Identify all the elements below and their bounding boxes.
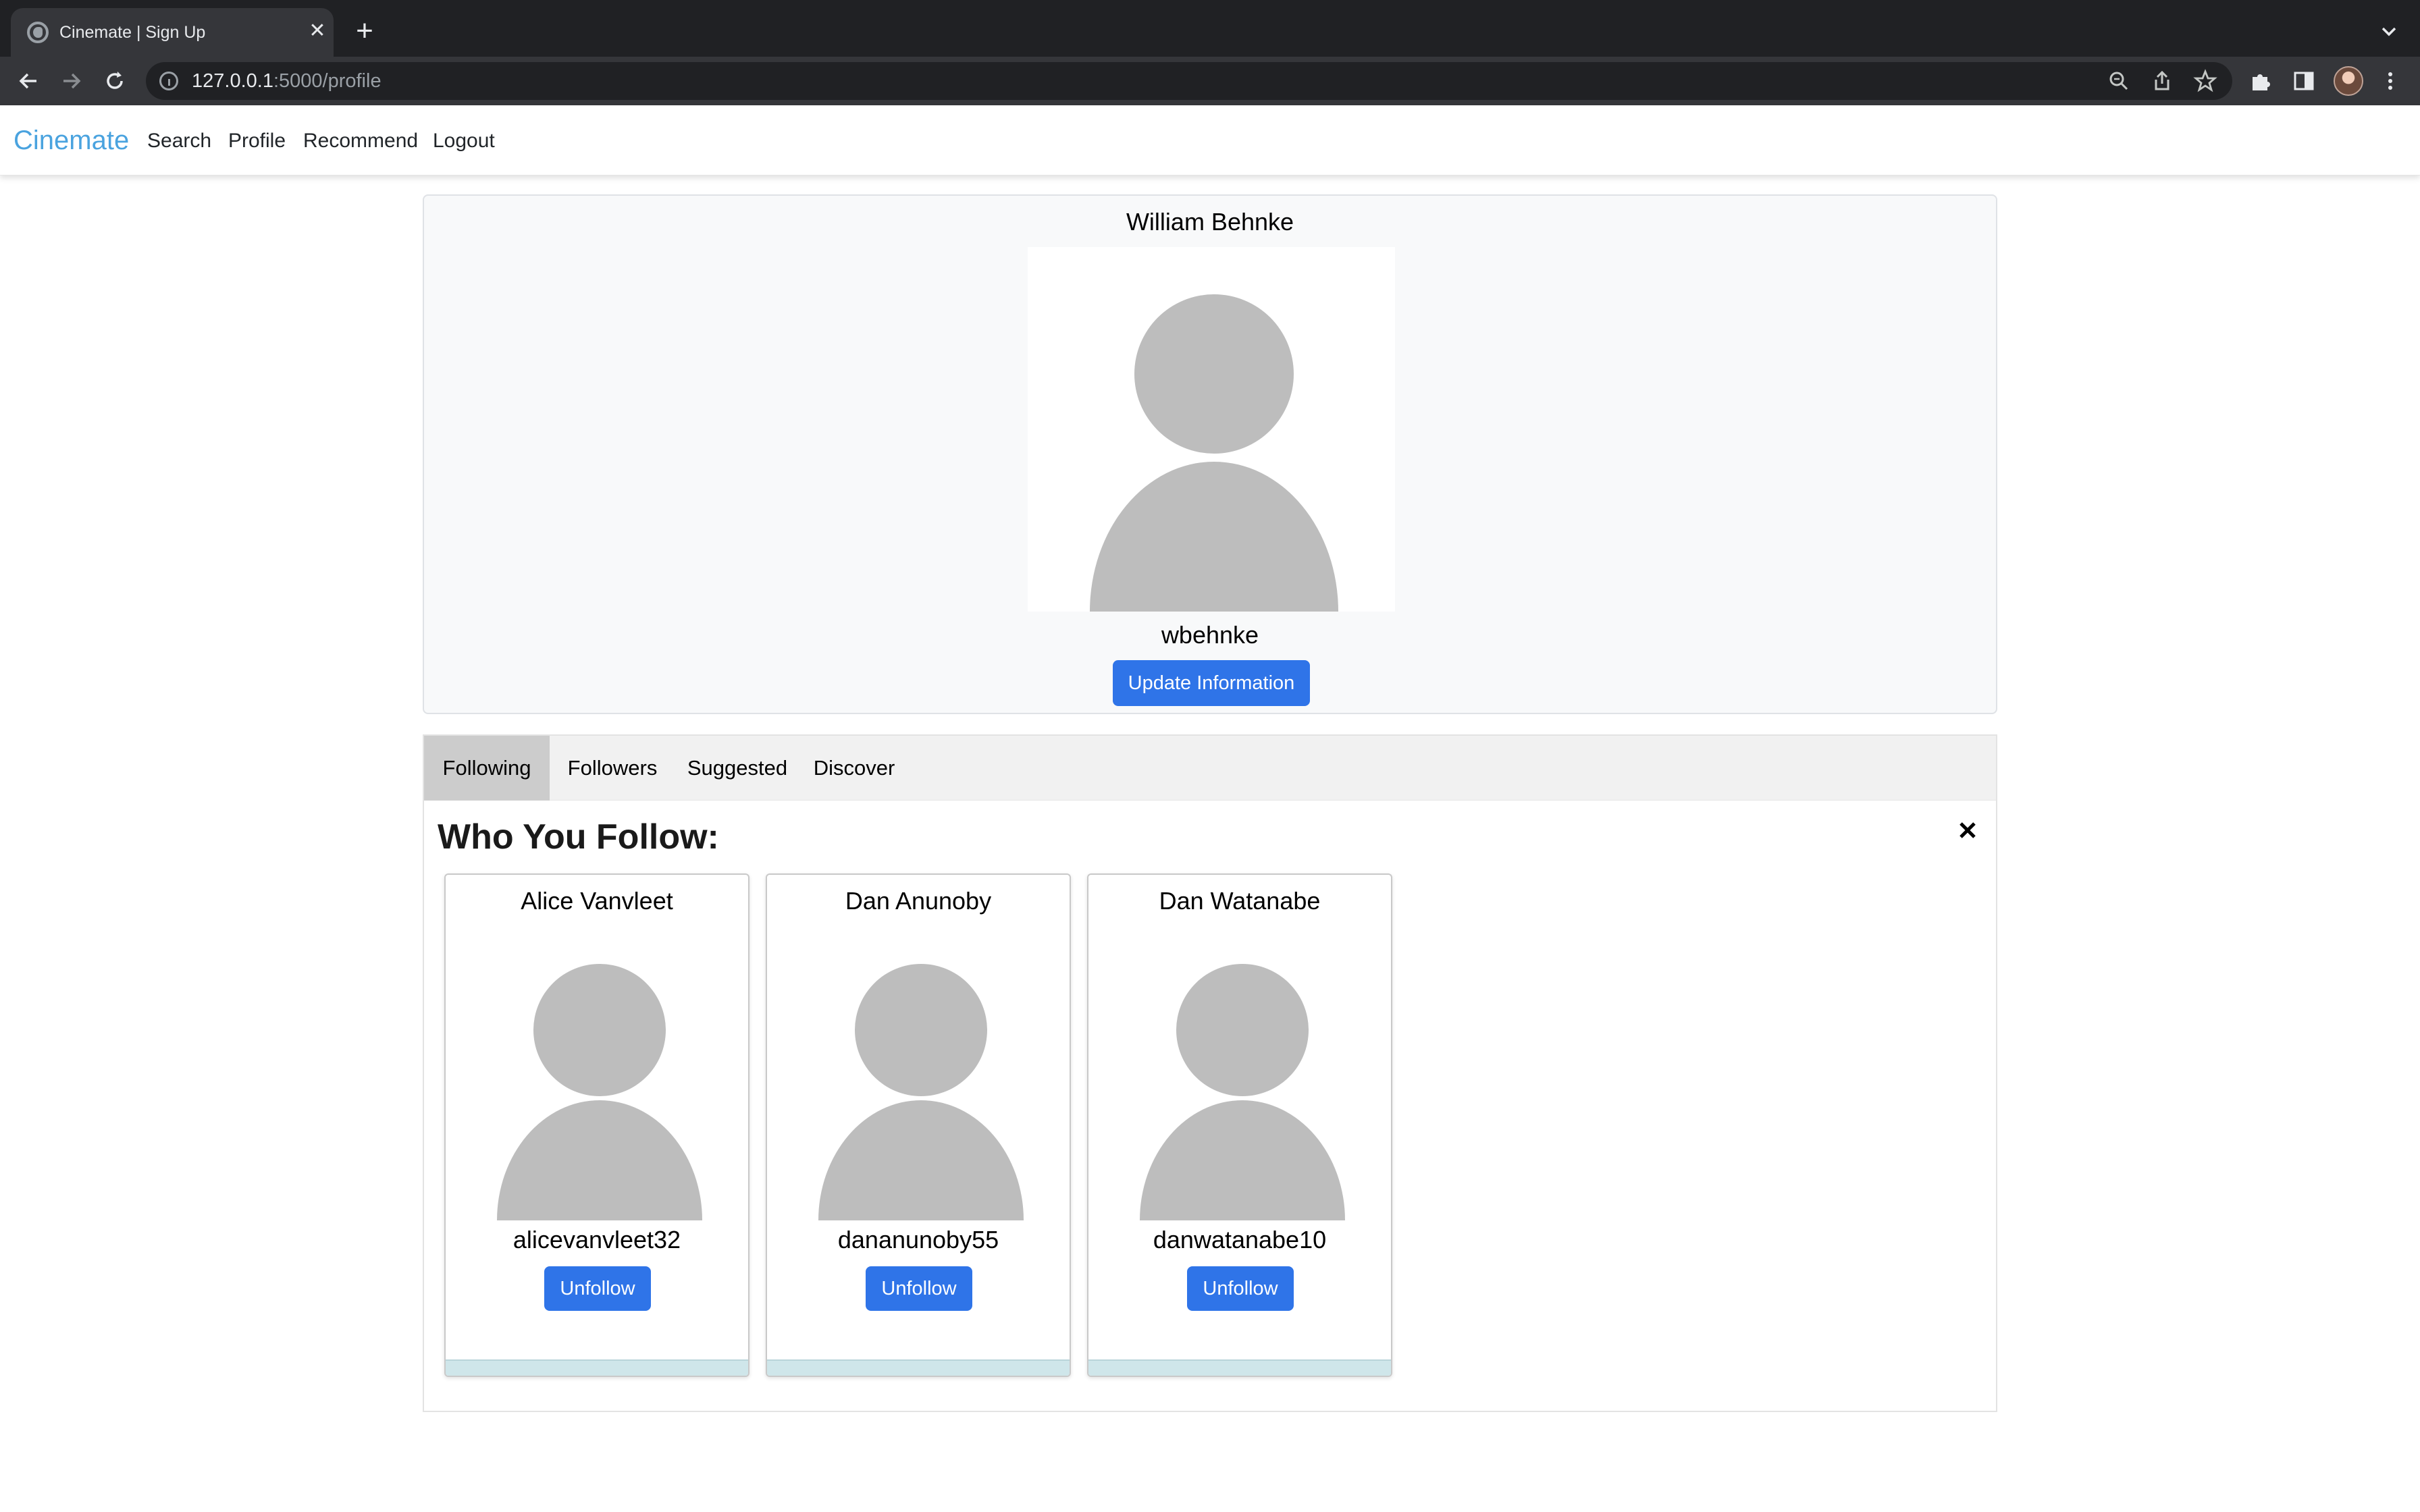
globe-icon: [27, 22, 49, 43]
user-full-name: Alice Vanvleet: [521, 887, 673, 915]
address-bar[interactable]: 127.0.0.1:5000/profile: [146, 62, 2232, 100]
unfollow-button[interactable]: Unfollow: [544, 1266, 651, 1311]
brand-logo[interactable]: Cinemate: [14, 126, 129, 156]
reload-icon[interactable]: [101, 68, 128, 94]
forward-arrow-icon[interactable]: [58, 68, 85, 94]
user-username: alicevanvleet32: [512, 1226, 681, 1253]
side-panel-icon[interactable]: [2292, 69, 2316, 93]
app-navbar: Cinemate Search Profile Recommend Logout: [0, 105, 2420, 176]
address-url: 127.0.0.1:5000/profile: [192, 70, 382, 92]
profile-card: William Behnke wbehnke Update Informatio…: [423, 194, 1997, 714]
user-placeholder-icon: [1028, 247, 1395, 612]
tab-bar: Following Followers Suggested Discover: [424, 736, 1996, 801]
user-placeholder-icon: [818, 963, 1024, 1220]
user-placeholder-icon: [497, 963, 702, 1220]
unfollow-button[interactable]: Unfollow: [1187, 1266, 1294, 1311]
social-tabs-panel: Following Followers Suggested Discover W…: [423, 734, 1997, 1412]
zoom-icon[interactable]: [2107, 69, 2131, 93]
user-full-name: Dan Watanabe: [1159, 887, 1321, 915]
card-footer: [446, 1359, 748, 1376]
user-full-name: Dan Anunoby: [845, 887, 992, 915]
following-user-card: Dan Watanabe danwatanabe10 Unfollow: [1087, 873, 1392, 1377]
following-user-card: Dan Anunoby dananunoby55 Unfollow: [766, 873, 1071, 1377]
following-user-card: Alice Vanvleet alicevanvleet32 Unfollow: [444, 873, 749, 1377]
profile-username: wbehnke: [1161, 621, 1259, 649]
site-info-icon[interactable]: [159, 72, 178, 90]
back-arrow-icon[interactable]: [15, 68, 42, 94]
tab-close-icon[interactable]: ✕: [305, 19, 330, 43]
new-tab-icon[interactable]: +: [351, 16, 378, 46]
user-username: danwatanabe10: [1153, 1226, 1327, 1253]
extensions-puzzle-icon[interactable]: [2248, 69, 2273, 93]
close-icon[interactable]: [1955, 818, 1980, 842]
unfollow-button[interactable]: Unfollow: [866, 1266, 972, 1311]
user-username: dananunoby55: [837, 1226, 999, 1253]
browser-tab[interactable]: Cinemate | Sign Up ✕: [11, 8, 334, 57]
tab-suggested[interactable]: Suggested: [675, 736, 799, 801]
section-title: Who You Follow:: [438, 817, 719, 857]
tab-search-chevron-icon[interactable]: [2377, 19, 2401, 43]
browser-toolbar: 127.0.0.1:5000/profile: [0, 57, 2420, 105]
browser-menu-icon[interactable]: [2378, 69, 2402, 93]
share-icon[interactable]: [2150, 69, 2174, 93]
card-footer: [767, 1359, 1070, 1376]
browser-profile-avatar[interactable]: [2334, 66, 2363, 96]
browser-tabstrip: Cinemate | Sign Up ✕ +: [0, 0, 2420, 57]
card-footer: [1088, 1359, 1391, 1376]
user-placeholder-icon: [1140, 963, 1345, 1220]
nav-link-logout[interactable]: Logout: [433, 130, 495, 153]
tab-title: Cinemate | Sign Up: [59, 23, 206, 42]
tab-discover[interactable]: Discover: [799, 736, 909, 801]
nav-link-profile[interactable]: Profile: [228, 130, 286, 153]
tab-following[interactable]: Following: [424, 736, 550, 801]
bookmark-star-icon[interactable]: [2193, 69, 2217, 93]
tab-followers[interactable]: Followers: [550, 736, 675, 801]
nav-link-search[interactable]: Search: [147, 130, 211, 153]
nav-link-recommend[interactable]: Recommend: [303, 130, 418, 153]
update-information-button[interactable]: Update Information: [1113, 660, 1310, 706]
profile-full-name: William Behnke: [1126, 208, 1294, 236]
